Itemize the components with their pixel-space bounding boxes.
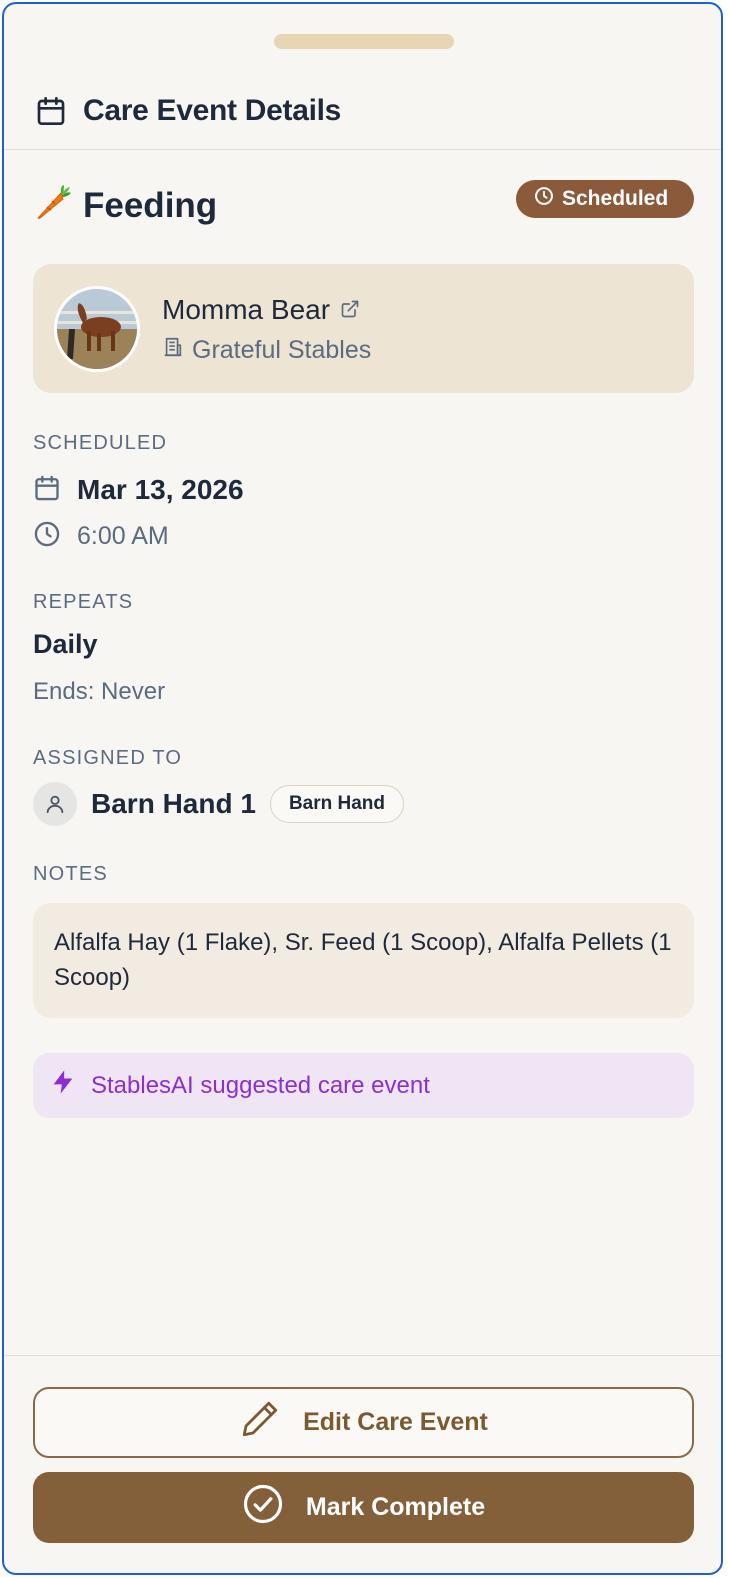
repeat-ends: Ends: Never (33, 678, 166, 705)
drag-handle[interactable] (274, 34, 454, 49)
scheduled-time-row: 6:00 AM (33, 518, 169, 554)
clock-icon (534, 186, 554, 212)
scheduled-date-row: Mar 13, 2026 (33, 470, 244, 510)
edit-care-event-button[interactable]: Edit Care Event (33, 1387, 694, 1458)
role-badge: Barn Hand (269, 785, 405, 823)
care-event-sheet: Care Event Details Feeding Scheduled Mom… (2, 2, 723, 1575)
external-link-icon[interactable] (340, 294, 360, 326)
avatar (33, 782, 77, 826)
horse-card[interactable]: Momma Bear Grateful Stables (33, 264, 694, 393)
stable-name: Grateful Stables (192, 336, 372, 364)
scheduled-label: SCHEDULED (33, 432, 168, 454)
check-circle-icon (242, 1483, 284, 1532)
scheduled-date: Mar 13, 2026 (77, 474, 244, 505)
ai-suggestion-text: StablesAI suggested care event (91, 1071, 430, 1099)
page-title: Care Event Details (83, 94, 342, 127)
event-type-title: Feeding (83, 186, 218, 225)
sheet-header: Care Event Details (4, 74, 721, 150)
calendar-icon (35, 95, 67, 127)
event-type-row: Feeding Scheduled (4, 179, 721, 239)
horse-avatar (54, 286, 140, 372)
status-label: Scheduled (562, 187, 669, 210)
status-badge: Scheduled (516, 180, 694, 218)
notes-label: NOTES (33, 863, 108, 885)
horse-name-row[interactable]: Momma Bear (162, 294, 360, 326)
assignee-name: Barn Hand 1 (91, 788, 256, 819)
notes-text: Alfalfa Hay (1 Flake), Sr. Feed (1 Scoop… (54, 929, 672, 991)
stable-row: Grateful Stables (162, 336, 371, 365)
repeats-label: REPEATS (33, 591, 134, 613)
repeat-frequency: Daily (33, 629, 98, 659)
notes-box: Alfalfa Hay (1 Flake), Sr. Feed (1 Scoop… (33, 903, 694, 1018)
assignee-row: Barn Hand 1 Barn Hand (33, 780, 405, 828)
ai-suggestion-banner: StablesAI suggested care event (33, 1053, 694, 1118)
building-icon (162, 336, 184, 365)
carrot-icon (33, 183, 73, 223)
horse-name[interactable]: Momma Bear (162, 294, 330, 326)
clock-icon (33, 520, 61, 553)
action-footer: Edit Care Event Mark Complete (4, 1355, 721, 1573)
scheduled-time: 6:00 AM (77, 521, 169, 550)
assigned-label: ASSIGNED TO (33, 747, 183, 769)
edit-button-label: Edit Care Event (303, 1408, 488, 1436)
pencil-icon (239, 1398, 281, 1447)
complete-button-label: Mark Complete (305, 1493, 486, 1521)
mark-complete-button[interactable]: Mark Complete (33, 1472, 694, 1543)
calendar-icon (33, 474, 61, 507)
lightning-icon (49, 1068, 77, 1103)
